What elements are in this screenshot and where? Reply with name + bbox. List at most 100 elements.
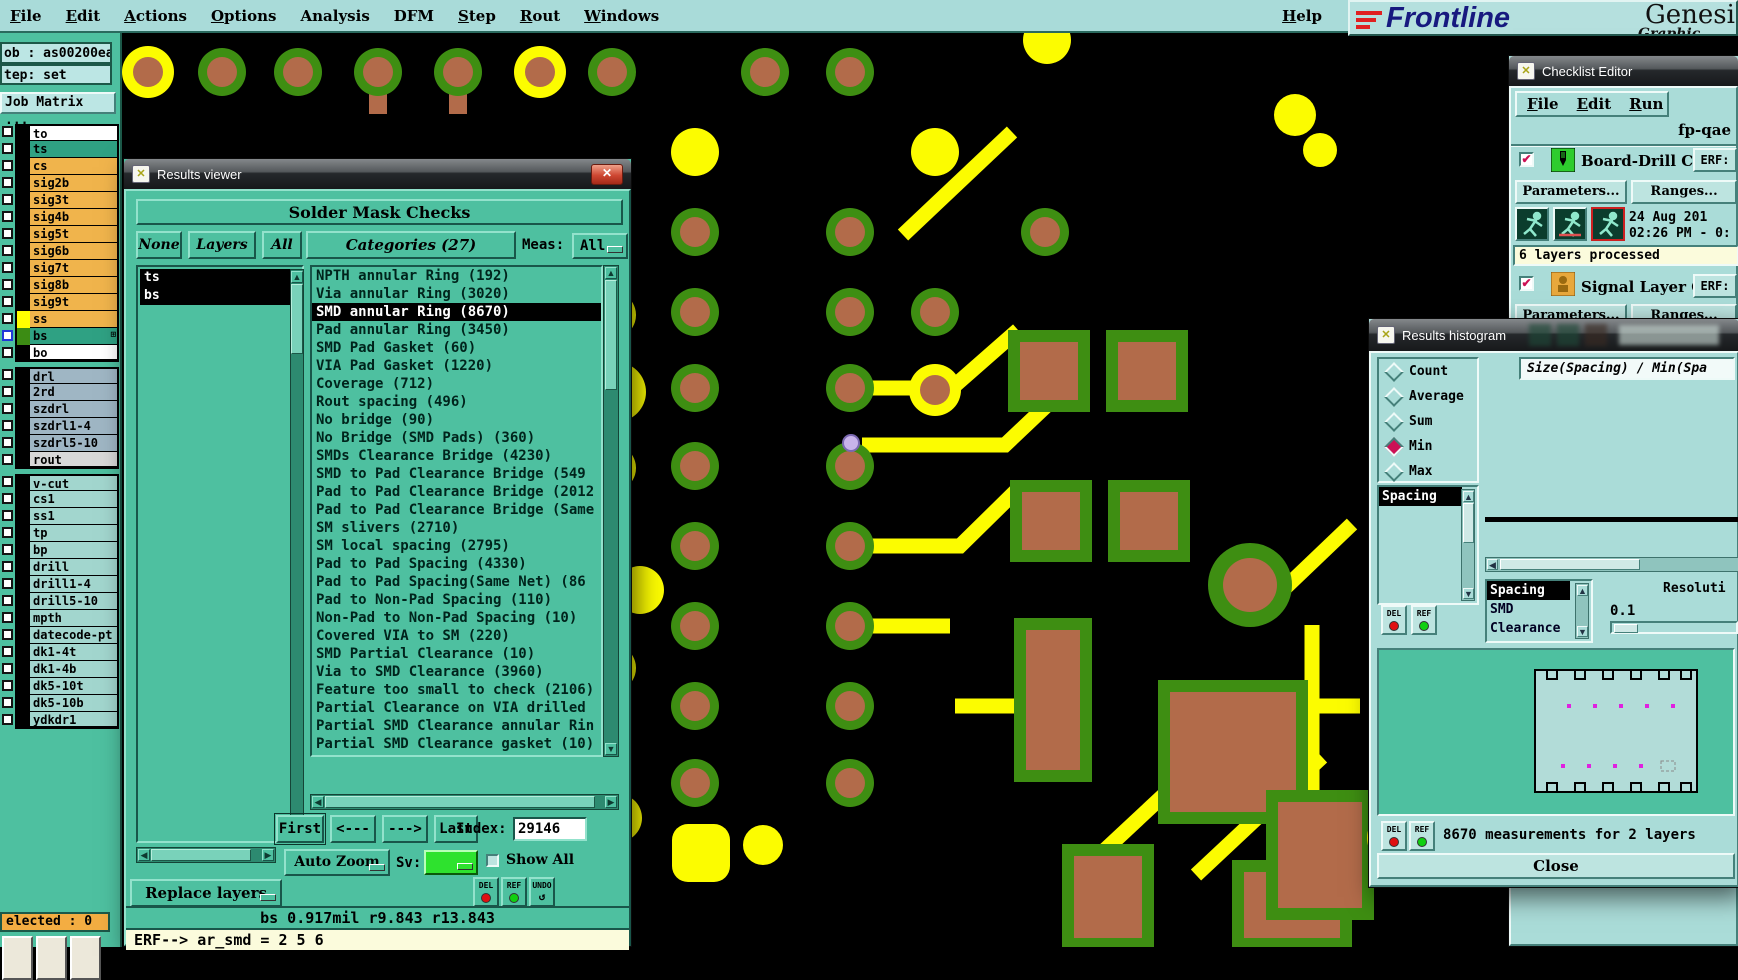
layer-checkbox[interactable] [2,578,13,589]
layer-checkbox[interactable] [2,437,13,448]
layer-row-sig7t[interactable]: sig7t [1,260,119,277]
measure-item-spacing[interactable]: Spacing [1379,487,1462,506]
layer-color-swatch[interactable] [17,491,30,508]
layer-name[interactable]: rout [30,452,117,467]
layer-name[interactable]: v-cut [30,476,117,491]
checklist-menu-run[interactable]: Run [1629,95,1663,113]
category-item[interactable]: VIA Pad Gasket (1220) [312,357,601,375]
layer-color-swatch[interactable] [17,542,30,559]
results-histogram-titlebar[interactable]: ✕ Results histogram [1369,319,1738,351]
layer-row-v-cut[interactable]: v-cut [1,474,119,491]
close-button[interactable]: Close [1377,853,1735,879]
category-item[interactable]: Coverage (712) [312,375,601,393]
layer-checkbox[interactable] [2,561,13,572]
layer-name[interactable]: sig3t [30,192,117,209]
layer-name[interactable]: drill [30,559,117,576]
scrollbar-thumb[interactable] [605,280,617,390]
layer-name[interactable]: sig7t [30,260,117,277]
layer-checkbox[interactable] [2,680,13,691]
layer-color-swatch[interactable] [17,418,30,435]
layer-checkbox[interactable] [2,160,13,171]
layer-color-swatch[interactable] [17,345,30,360]
layer-row-sig4b[interactable]: sig4b [1,209,119,226]
layer-color-swatch[interactable] [17,627,30,644]
layer-name[interactable]: sig9t [30,294,117,311]
layer-row-szdrl1-4[interactable]: szdrl1-4 [1,418,119,435]
scroll-down-arrow-icon[interactable]: ▼ [1463,588,1474,599]
filter-all-button[interactable]: All [262,231,302,259]
stat-radio-max[interactable]: Max [1379,459,1477,484]
layer-row-bp[interactable]: bp [1,542,119,559]
layer-name[interactable]: ts [30,141,117,158]
attr-item-clearance[interactable]: Clearance [1487,619,1570,638]
menu-analysis[interactable]: Analysis [301,7,370,25]
layer-name[interactable]: tp [30,525,117,542]
scroll-up-arrow-icon[interactable]: ▲ [1577,585,1588,596]
checklist-editor-titlebar[interactable]: ✕ Checklist Editor [1509,56,1738,86]
layer-name[interactable]: dk5-10b [30,695,117,712]
layer-row-sig5t[interactable]: sig5t [1,226,119,243]
layer-checkbox[interactable] [2,313,13,324]
layer-checkbox[interactable] [2,403,13,414]
layer-color-swatch[interactable] [17,260,30,277]
layer-checkbox[interactable] [2,612,13,623]
layer-checkbox[interactable] [2,420,13,431]
layer-color-swatch[interactable] [17,712,30,727]
layer-color-swatch[interactable] [17,192,30,209]
category-item[interactable]: Partial Clearance on VIA drilled [312,699,601,717]
stat-radio-count[interactable]: Count [1379,359,1477,384]
slider-thumb[interactable] [1614,624,1638,633]
layer-row-bs[interactable]: bs ⊞ [1,328,119,345]
menu-help[interactable]: Help [1282,7,1322,25]
layer-checkbox[interactable] [2,296,13,307]
scroll-down-arrow-icon[interactable]: ▼ [1577,626,1588,637]
job-field[interactable]: ob : as00200ea0 [0,42,112,64]
layer-color-swatch[interactable] [17,311,30,328]
layer-list-scrollbar[interactable]: ▲ ▼ [290,269,304,839]
menu-options[interactable]: Options [211,7,277,25]
layer-checkbox[interactable] [2,714,13,725]
layer-row-sig6b[interactable]: sig6b [1,243,119,260]
layer-name[interactable]: drl [30,369,117,384]
scroll-up-arrow-icon[interactable]: ▲ [291,271,303,283]
layer-checkbox[interactable] [2,646,13,657]
layer-color-swatch[interactable] [17,401,30,418]
category-item[interactable]: NPTH annular Ring (192) [312,267,601,285]
category-item[interactable]: SMDs Clearance Bridge (4230) [312,447,601,465]
layer-name[interactable]: cs [30,158,117,175]
layer-row-ss[interactable]: ss [1,311,119,328]
layer-row-ts[interactable]: ts [1,141,119,158]
checklist-menu-file[interactable]: File [1527,95,1559,113]
layer-color-swatch[interactable] [17,369,30,384]
layer-color-swatch[interactable] [17,593,30,610]
layer-checkbox[interactable] [2,595,13,606]
layer-name[interactable]: sig6b [30,243,117,260]
layer-color-swatch[interactable] [17,452,30,467]
layer-name[interactable]: szdrl [30,401,117,418]
layer-name[interactable]: datecode-pt [30,627,117,644]
layer-row-cs[interactable]: cs [1,158,119,175]
menu-rout[interactable]: Rout [520,7,560,25]
category-item[interactable]: Pad to Pad Spacing(Same Net) (86 [312,573,601,591]
attr-item-smd[interactable]: SMD [1487,600,1570,619]
layer-color-swatch[interactable] [17,243,30,260]
step-field[interactable]: tep: set [0,64,112,85]
layer-row-drl[interactable]: drl [1,367,119,384]
layer-checkbox[interactable] [2,527,13,538]
layer-color-swatch[interactable] [17,435,30,452]
category-item[interactable]: SM local spacing (2795) [312,537,601,555]
layer-checkbox[interactable] [2,126,13,137]
attr-item-spacing[interactable]: Spacing [1487,581,1570,600]
ref-button[interactable]: REF [1411,605,1437,635]
layer-color-swatch[interactable] [17,209,30,226]
layer-checkbox[interactable] [2,544,13,555]
layer-checkbox[interactable] [2,663,13,674]
category-item[interactable]: Pad annular Ring (3450) [312,321,601,339]
layer-checkbox[interactable] [2,347,13,358]
category-item[interactable]: Feature too small to check (2106) [312,681,601,699]
layer-checkbox[interactable] [2,454,13,465]
layer-row-bo[interactable]: bo [1,345,119,362]
scrollbar-thumb[interactable] [1500,559,1640,570]
first-button[interactable]: First [274,813,326,845]
layer-checkbox[interactable] [2,194,13,205]
